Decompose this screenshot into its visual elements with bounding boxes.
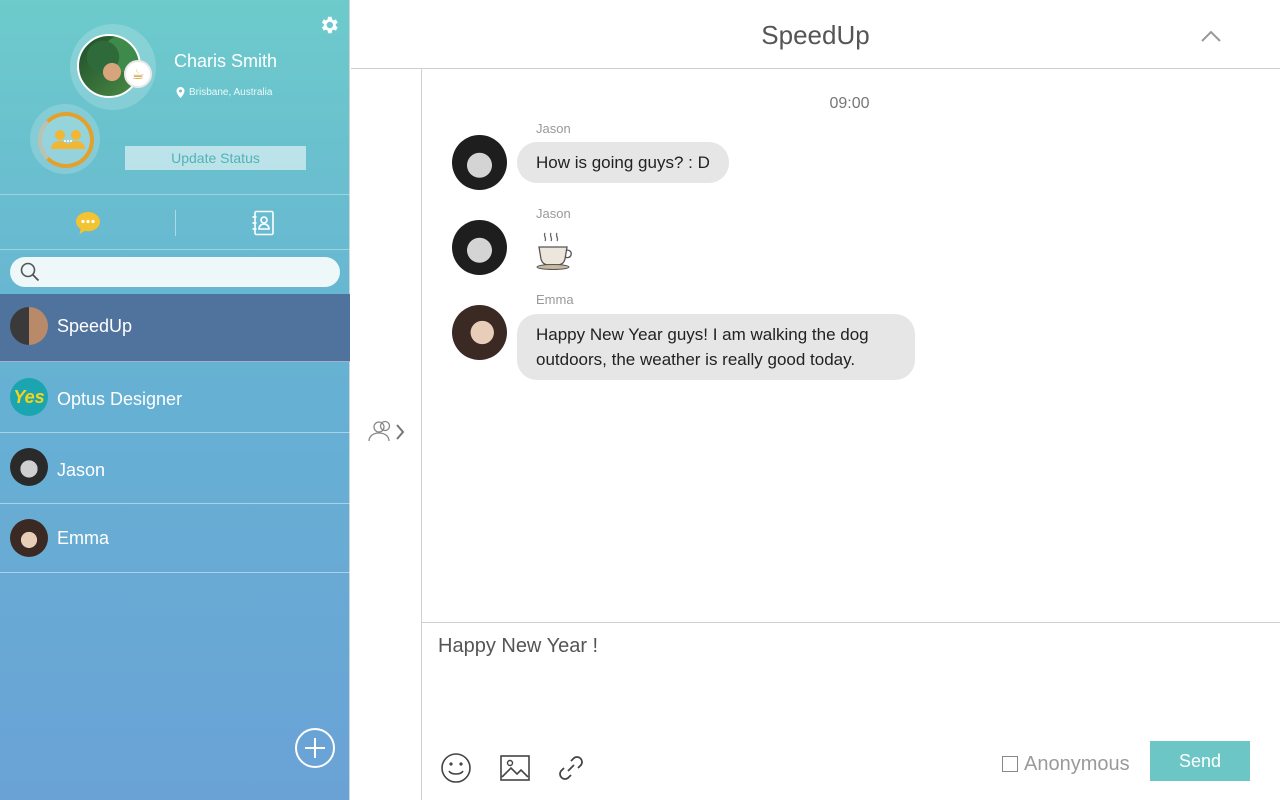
conversation-item-speedup[interactable]: SpeedUp bbox=[0, 294, 350, 362]
message-input[interactable] bbox=[438, 635, 1258, 725]
chat-bubble-icon bbox=[75, 212, 100, 234]
avatar[interactable] bbox=[452, 305, 507, 360]
message-bubble: How is going guys? : D bbox=[517, 142, 729, 183]
location-pin-icon bbox=[176, 87, 185, 98]
message-bubble: Happy New Year guys! I am walking the do… bbox=[517, 314, 915, 380]
search-icon bbox=[20, 262, 40, 282]
chat-header: SpeedUp bbox=[351, 0, 1280, 69]
profile-panel: ☕ Charis Smith Brisbane, Australia Updat… bbox=[0, 0, 350, 195]
coffee-status-icon: ☕ bbox=[124, 60, 152, 88]
avatar[interactable] bbox=[452, 220, 507, 275]
message-list: 09:00 Jason How is going guys? : D Jason… bbox=[422, 69, 1280, 622]
search-box bbox=[10, 257, 340, 287]
tab-chats[interactable] bbox=[0, 196, 175, 250]
conversation-name: Emma bbox=[57, 528, 110, 548]
yes-logo: Yes bbox=[10, 378, 48, 416]
anonymous-toggle[interactable]: Anonymous bbox=[1002, 751, 1130, 777]
conversation-name: Jason bbox=[57, 460, 106, 480]
conversation-name: Optus Designer bbox=[57, 389, 183, 409]
sender-name: Jason bbox=[536, 121, 571, 136]
chat-title: SpeedUp bbox=[761, 20, 870, 50]
members-column bbox=[351, 69, 422, 800]
avatar[interactable] bbox=[452, 135, 507, 190]
add-conversation-button[interactable] bbox=[295, 728, 335, 768]
conversation-item-jason[interactable]: Jason bbox=[0, 433, 350, 504]
chevron-up-icon[interactable] bbox=[1199, 26, 1223, 46]
coffee-cup-icon bbox=[536, 232, 572, 270]
profile-name: Charis Smith bbox=[174, 51, 278, 71]
send-button[interactable]: Send bbox=[1150, 741, 1250, 781]
anonymous-label: Anonymous bbox=[1024, 752, 1130, 775]
search-input[interactable] bbox=[46, 257, 332, 287]
anonymous-checkbox[interactable] bbox=[1002, 756, 1018, 772]
profile-location: Brisbane, Australia bbox=[176, 87, 272, 98]
emoji-icon[interactable] bbox=[439, 751, 473, 785]
avatar bbox=[10, 519, 48, 557]
conversation-item-optus-designer[interactable]: Yes Optus Designer bbox=[0, 362, 350, 433]
tab-contacts[interactable] bbox=[175, 196, 350, 250]
image-icon[interactable] bbox=[498, 751, 532, 785]
conversation-list: SpeedUp Yes Optus Designer Jason Emma bbox=[0, 294, 350, 573]
address-book-icon bbox=[252, 210, 274, 236]
sidebar: ☕ Charis Smith Brisbane, Australia Updat… bbox=[0, 0, 350, 800]
plus-icon bbox=[305, 738, 325, 758]
update-status-button[interactable]: Update Status bbox=[125, 146, 306, 170]
composer: Anonymous Send bbox=[422, 622, 1280, 800]
people-icon bbox=[51, 130, 85, 149]
sender-name: Jason bbox=[536, 206, 571, 221]
gear-icon[interactable] bbox=[318, 14, 340, 36]
link-icon[interactable] bbox=[554, 751, 588, 785]
conversation-item-emma[interactable]: Emma bbox=[0, 504, 350, 573]
avatar bbox=[10, 448, 48, 486]
sidebar-tabs bbox=[0, 196, 350, 250]
conversation-name: SpeedUp bbox=[57, 316, 133, 336]
members-toggle-icon[interactable] bbox=[366, 419, 408, 445]
message-timestamp: 09:00 bbox=[829, 95, 870, 112]
location-text: Brisbane, Australia bbox=[189, 87, 273, 98]
avatar bbox=[10, 307, 48, 345]
sender-name: Emma bbox=[536, 292, 574, 307]
